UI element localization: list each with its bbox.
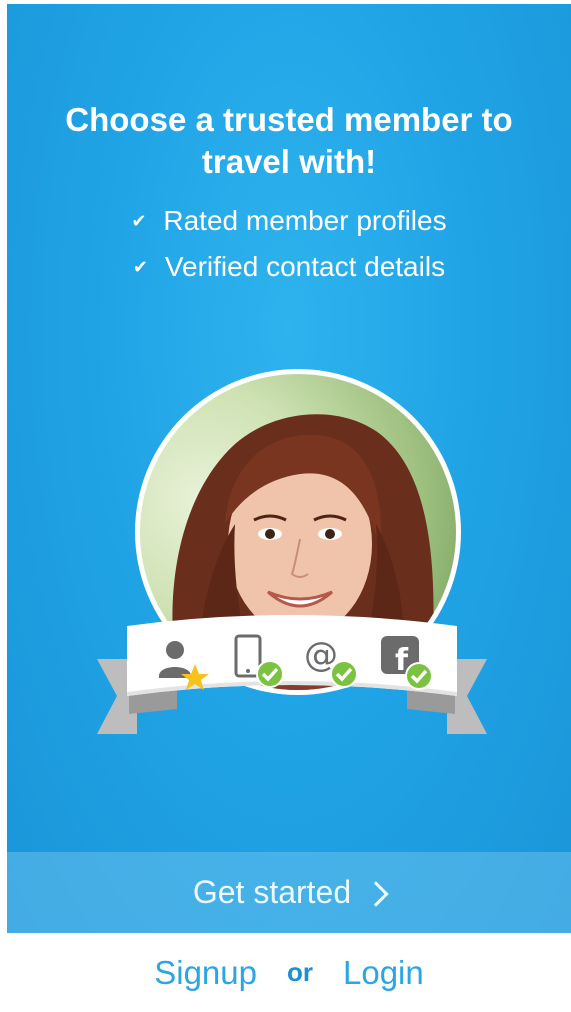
facebook-verified-icon: f: [379, 634, 435, 690]
member-rating-icon: [155, 634, 211, 690]
hero-panel: Choose a trusted member to travel with! …: [7, 4, 571, 933]
get-started-button[interactable]: Get started: [7, 852, 571, 933]
get-started-label: Get started: [192, 874, 352, 910]
feature-label: Rated member profiles: [163, 205, 447, 236]
auth-bar: Signup or Login: [7, 933, 571, 1012]
headline-line-1: Choose a trusted member to: [65, 101, 513, 138]
signup-link[interactable]: Signup: [154, 954, 257, 992]
email-verified-icon: @: [304, 634, 360, 690]
feature-item-rated-profiles: ✔ Rated member profiles: [131, 198, 446, 244]
feature-list: ✔ Rated member profiles ✔ Verified conta…: [7, 198, 571, 290]
trusted-member-badge: @ f: [87, 369, 497, 749]
checkmark-icon: ✔: [131, 210, 147, 231]
left-edge: [0, 0, 7, 1012]
onboarding-screen: Choose a trusted member to travel with! …: [0, 0, 571, 1012]
feature-label: Verified contact details: [164, 251, 446, 282]
headline-line-2: travel with!: [201, 143, 377, 180]
login-link[interactable]: Login: [343, 954, 424, 992]
feature-item-verified-contacts: ✔ Verified contact details: [133, 244, 445, 290]
phone-verified-icon: [230, 634, 286, 690]
checkmark-icon: ✔: [132, 256, 148, 277]
verification-icons: @ f: [155, 632, 435, 692]
headline: Choose a trusted member to travel with!: [7, 99, 571, 183]
chevron-right-icon: [363, 880, 389, 907]
or-separator: or: [287, 957, 313, 987]
